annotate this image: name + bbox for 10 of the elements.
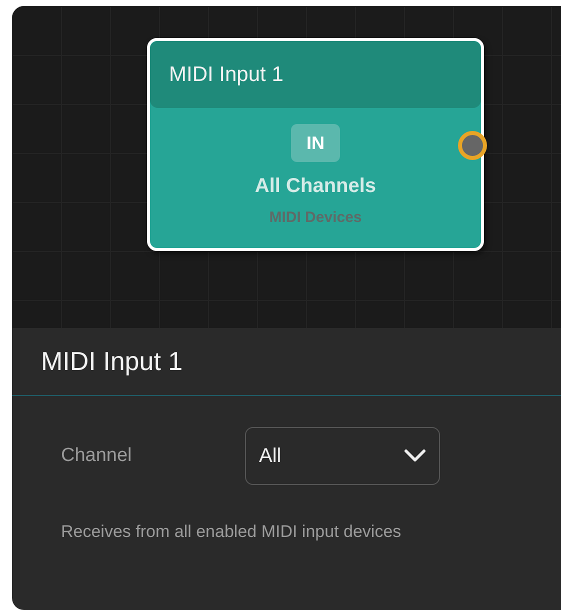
- panel-title: MIDI Input 1: [41, 345, 183, 378]
- description-text: Receives from all enabled MIDI input devices: [61, 521, 402, 543]
- node-card[interactable]: MIDI Input 1 IN All Channels MIDI Devices: [147, 38, 484, 251]
- chevron-down-icon: [404, 449, 426, 463]
- node-label: All Channels: [254, 174, 376, 199]
- type-badge: IN: [291, 124, 340, 162]
- node-title: MIDI Input 1: [169, 62, 284, 88]
- channel-dropdown[interactable]: All: [245, 427, 440, 485]
- node-sublabel: MIDI Devices: [269, 208, 362, 228]
- field-label: Channel: [61, 444, 133, 468]
